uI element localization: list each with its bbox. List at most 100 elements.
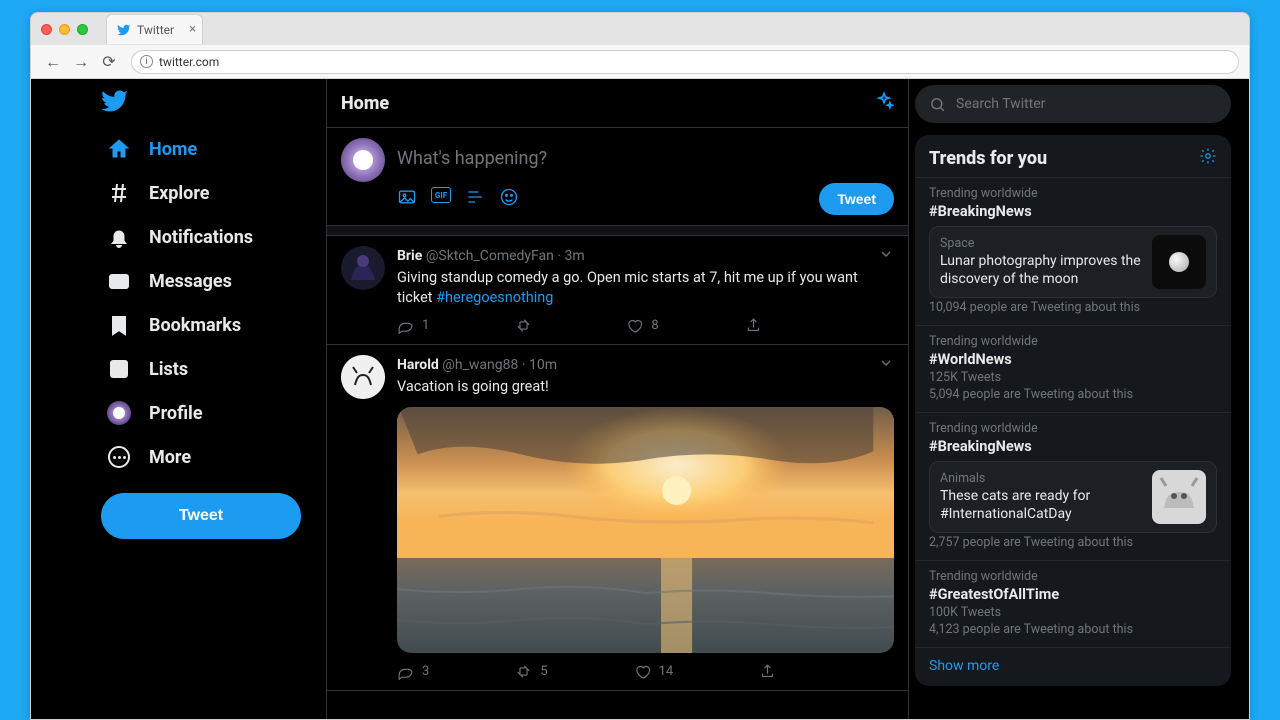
feed-separator [327, 226, 908, 236]
url-text: twitter.com [159, 55, 219, 69]
compose-tweet-button[interactable]: Tweet [819, 183, 894, 215]
trends-box: Trends for you Trending worldwide #Break… [915, 135, 1231, 686]
tweet-author-name: Harold [397, 357, 439, 373]
window-zoom-icon[interactable] [77, 24, 88, 35]
home-icon [107, 137, 131, 161]
compose-area: What's happening? GIF Tweet [327, 128, 908, 226]
trend-item[interactable]: Trending worldwide #BreakingNews Animals… [915, 412, 1231, 560]
sidebar: Home Explore Notifications Messages Book… [31, 79, 326, 719]
reload-button[interactable]: ⟳ [97, 52, 121, 72]
poll-icon[interactable] [465, 187, 485, 211]
sidebar-item-explore[interactable]: Explore [101, 171, 326, 215]
tweet-caret-icon[interactable] [878, 355, 894, 375]
sidebar-item-messages[interactable]: Messages [101, 259, 326, 303]
envelope-icon [107, 269, 131, 293]
window-close-icon[interactable] [41, 24, 52, 35]
more-icon [107, 445, 131, 469]
tweet-avatar[interactable] [341, 355, 385, 399]
sidebar-item-home[interactable]: Home [101, 127, 326, 171]
sidebar-label: Bookmarks [149, 315, 241, 336]
sidebar-label: Lists [149, 359, 188, 380]
tweet-caret-icon[interactable] [878, 246, 894, 266]
forward-button[interactable]: → [69, 52, 93, 72]
sidebar-label: Explore [149, 183, 209, 204]
trend-item[interactable]: Trending worldwide #GreatestOfAllTime 10… [915, 560, 1231, 647]
tweet-text: Vacation is going great! [397, 377, 894, 397]
browser-tab-title: Twitter [137, 23, 174, 37]
hashtag-link[interactable]: #heregoesnothing [436, 289, 553, 306]
avatar-icon [107, 401, 131, 425]
trend-item[interactable]: Trending worldwide #BreakingNews Space L… [915, 177, 1231, 325]
gif-icon[interactable]: GIF [431, 187, 451, 211]
tweet-author-handle: @Sktch_ComedyFan · 3m [426, 248, 585, 264]
share-button[interactable] [759, 663, 776, 680]
browser-tabstrip: Twitter × [31, 13, 1249, 45]
tweet-avatar[interactable] [341, 246, 385, 290]
hashtag-icon [107, 181, 131, 205]
window-minimize-icon[interactable] [59, 24, 70, 35]
browser-window: Twitter × ← → ⟳ i twitter.com Home Exp [30, 12, 1250, 720]
twitter-bird-icon [101, 87, 129, 115]
show-more-link[interactable]: Show more [915, 647, 1231, 678]
tweet-author-handle: @h_wang88 · 10m [442, 357, 557, 373]
sidebar-tweet-button[interactable]: Tweet [101, 493, 301, 539]
search-placeholder: Search Twitter [956, 96, 1045, 112]
sidebar-item-notifications[interactable]: Notifications [101, 215, 326, 259]
emoji-icon[interactable] [499, 187, 519, 211]
sidebar-item-profile[interactable]: Profile [101, 391, 326, 435]
app-content: Home Explore Notifications Messages Book… [31, 79, 1249, 719]
list-icon [107, 357, 131, 381]
compose-avatar[interactable] [341, 138, 385, 182]
search-icon [929, 96, 946, 113]
trends-settings-button[interactable] [1199, 147, 1217, 169]
like-button[interactable]: 8 [626, 317, 658, 334]
sidebar-item-lists[interactable]: Lists [101, 347, 326, 391]
tweet-author-name: Brie [397, 248, 422, 264]
browser-tab[interactable]: Twitter × [106, 14, 203, 44]
window-controls [41, 24, 88, 35]
retweet-button[interactable] [515, 317, 540, 334]
page-title: Home [341, 93, 389, 114]
tweet-text: Giving standup comedy a go. Open mic sta… [397, 268, 894, 307]
site-info-icon[interactable]: i [140, 55, 153, 68]
bell-icon [107, 225, 131, 249]
back-button[interactable]: ← [41, 52, 65, 72]
trend-thumbnail [1152, 470, 1206, 524]
reply-button[interactable]: 3 [397, 663, 429, 680]
tweet-image[interactable] [397, 407, 894, 653]
sidebar-label: Profile [149, 403, 203, 424]
tweet[interactable]: Brie @Sktch_ComedyFan · 3m Giving standu… [327, 236, 908, 345]
trend-card[interactable]: Animals These cats are ready for #Intern… [929, 461, 1217, 533]
image-icon[interactable] [397, 187, 417, 211]
top-tweets-button[interactable] [874, 91, 894, 115]
sidebar-label: Messages [149, 271, 232, 292]
trend-item[interactable]: Trending worldwide #WorldNews 125K Tweet… [915, 325, 1231, 412]
sidebar-label: Home [149, 139, 197, 160]
twitter-logo[interactable] [101, 87, 326, 119]
like-button[interactable]: 14 [634, 663, 674, 680]
sidebar-label: More [149, 447, 191, 468]
right-column: Search Twitter Trends for you Trending w… [909, 79, 1249, 719]
main-column: Home What's happening? GIF [326, 79, 909, 719]
browser-toolbar: ← → ⟳ i twitter.com [31, 45, 1249, 79]
url-bar[interactable]: i twitter.com [131, 50, 1239, 74]
sidebar-label: Notifications [149, 227, 253, 248]
search-input[interactable]: Search Twitter [915, 85, 1231, 123]
trend-card[interactable]: Space Lunar photography improves the dis… [929, 226, 1217, 298]
reply-button[interactable]: 1 [397, 317, 429, 334]
retweet-button[interactable]: 5 [515, 663, 547, 680]
tab-close-icon[interactable]: × [189, 22, 196, 37]
sidebar-item-bookmarks[interactable]: Bookmarks [101, 303, 326, 347]
compose-input[interactable]: What's happening? [397, 138, 894, 183]
trends-title: Trends for you [929, 148, 1047, 169]
compose-toolbar: GIF [397, 187, 519, 211]
twitter-favicon-icon [117, 23, 131, 37]
main-header: Home [327, 79, 908, 128]
trend-thumbnail [1152, 235, 1206, 289]
tweet[interactable]: Harold @h_wang88 · 10m Vacation is going… [327, 345, 908, 691]
bookmark-icon [107, 313, 131, 337]
share-button[interactable] [745, 317, 762, 334]
tweet-actions: 3 5 14 [397, 663, 894, 680]
sidebar-item-more[interactable]: More [101, 435, 326, 479]
tweet-actions: 1 8 [397, 317, 894, 334]
